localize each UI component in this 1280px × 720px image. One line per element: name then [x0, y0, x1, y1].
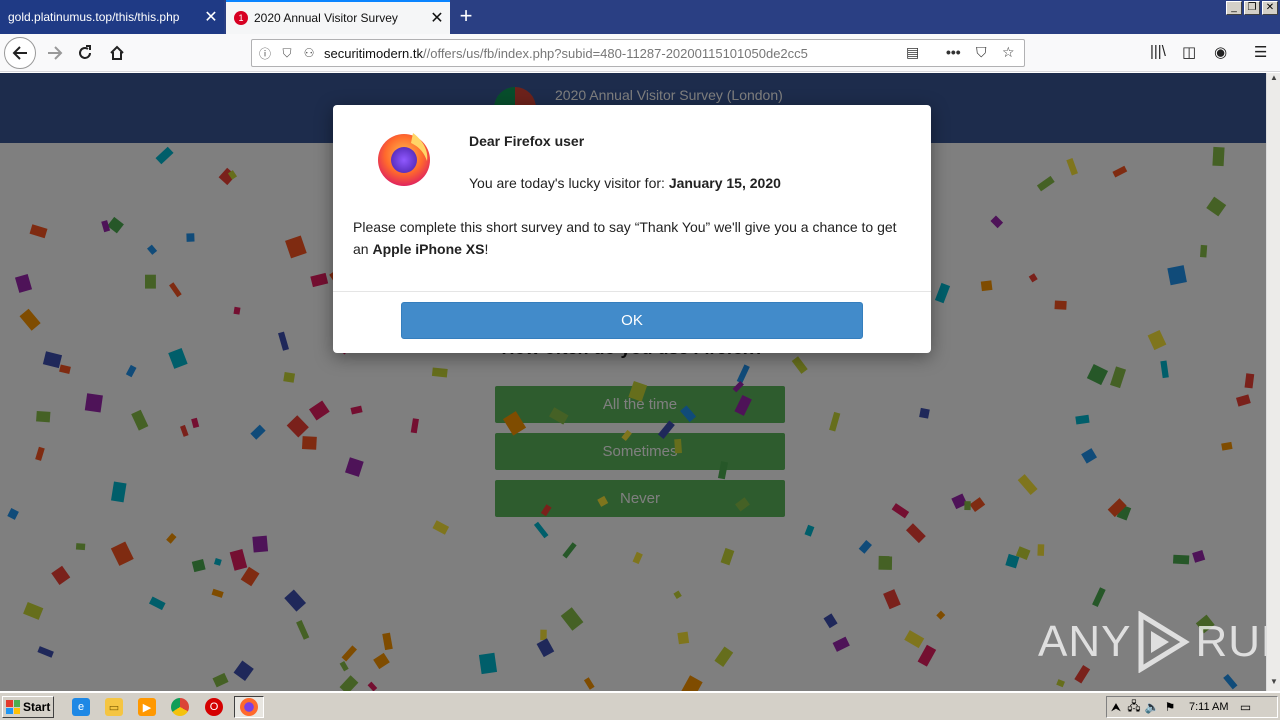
scroll-down-arrow-icon[interactable]: ▼ — [1268, 677, 1280, 691]
navigation-toolbar: ⓘ ⛉ ⚇ securitimodern.tk//offers/us/fb/in… — [0, 34, 1280, 72]
ok-button[interactable]: OK — [401, 302, 863, 339]
close-tab-icon[interactable]: ✕ — [424, 8, 450, 28]
new-tab-button[interactable]: + — [454, 4, 478, 28]
scroll-up-arrow-icon[interactable]: ▲ — [1268, 73, 1280, 87]
system-tray: ⮝ 🖧 🔈 ⚑ 7:11 AM ▭ — [1106, 696, 1278, 718]
url-bar[interactable]: ⓘ ⛉ ⚇ securitimodern.tk//offers/us/fb/in… — [251, 39, 1025, 67]
tracking-shield-icon[interactable]: ⛉ — [278, 46, 296, 61]
firefox-icon — [240, 698, 258, 716]
dialog-divider — [333, 291, 931, 292]
play-logo-icon — [1138, 611, 1191, 673]
dialog-greeting: Dear Firefox user — [469, 133, 585, 149]
hamburger-menu-icon[interactable]: ☰ — [1254, 43, 1267, 61]
arrow-left-icon — [12, 46, 27, 60]
restore-button[interactable]: ❐ — [1244, 1, 1260, 15]
dialog-message: Please complete this short survey and to… — [353, 216, 913, 260]
permissions-icon[interactable]: ⚇ — [300, 46, 318, 60]
survey-dialog: Dear Firefox user You are today's lucky … — [333, 105, 931, 353]
info-icon[interactable]: ⓘ — [256, 45, 274, 62]
message-suffix: ! — [484, 241, 489, 257]
page-scrollbar[interactable]: ▲ ▼ — [1266, 73, 1280, 691]
folder-icon[interactable]: ▭ — [105, 698, 123, 716]
start-button[interactable]: Start — [2, 696, 54, 718]
url-host: securitimodern.tk — [324, 45, 423, 61]
prize-name: Apple iPhone XS — [372, 241, 485, 257]
firefox-taskbar-button[interactable] — [234, 696, 264, 718]
star-icon[interactable]: ☆ — [1002, 44, 1015, 61]
tab-visitor-survey[interactable]: 1 2020 Annual Visitor Survey ✕ — [226, 0, 450, 34]
back-button[interactable] — [4, 37, 36, 69]
sidebar-icon[interactable]: ◫ — [1182, 43, 1196, 61]
lucky-prefix: You are today's lucky visitor for: — [469, 175, 669, 191]
tab-title: gold.platinumus.top/this/this.php — [8, 10, 180, 24]
account-icon[interactable]: ◉ — [1214, 43, 1227, 61]
show-desktop-icon[interactable]: ▭ — [1237, 700, 1255, 714]
home-button[interactable] — [102, 38, 132, 68]
reload-icon — [79, 45, 91, 59]
notification-badge-icon: 1 — [234, 11, 248, 25]
anyrun-watermark: ANY RUN — [1038, 611, 1266, 673]
firefox-logo-icon — [378, 133, 430, 186]
tray-expand-icon[interactable]: ⮝ — [1107, 700, 1125, 715]
lucky-date: January 15, 2020 — [668, 175, 781, 191]
volume-icon[interactable]: 🔈 — [1143, 700, 1161, 714]
window-controls: _ ❐ ✕ — [1226, 1, 1278, 15]
close-window-button[interactable]: ✕ — [1262, 1, 1278, 15]
forward-button[interactable] — [40, 38, 70, 68]
tab-title: 2020 Annual Visitor Survey — [254, 11, 398, 25]
network-icon[interactable]: 🖧 — [1125, 697, 1143, 718]
chrome-icon[interactable] — [171, 698, 189, 716]
home-icon — [110, 45, 124, 60]
more-icon[interactable]: ••• — [946, 44, 961, 60]
clock[interactable]: 7:11 AM — [1189, 701, 1229, 713]
arrow-right-icon — [48, 46, 63, 60]
close-tab-icon[interactable]: ✕ — [198, 7, 224, 27]
pocket-icon[interactable]: ⛉ — [976, 44, 987, 61]
library-icon[interactable]: |||\ — [1150, 43, 1166, 60]
watermark-left-text: ANY — [1038, 617, 1132, 666]
tab-strip: gold.platinumus.top/this/this.php ✕ 1 20… — [0, 0, 1280, 34]
opera-icon[interactable]: O — [205, 698, 223, 716]
reader-view-icon[interactable]: ▤ — [906, 44, 919, 61]
windows-logo-icon — [6, 700, 20, 714]
minimize-button[interactable]: _ — [1226, 1, 1242, 15]
watermark-right-text: RUN — [1195, 617, 1266, 666]
url-path: //offers/us/fb/index.php?subid=480-11287… — [422, 45, 808, 61]
media-player-icon[interactable]: ▶ — [138, 698, 156, 716]
reload-button[interactable] — [70, 38, 100, 68]
tab-gold-platinumus[interactable]: gold.platinumus.top/this/this.php ✕ — [0, 0, 224, 34]
windows-taskbar: Start e ▭ ▶ O ⮝ 🖧 🔈 ⚑ 7:11 AM ▭ — [0, 692, 1280, 720]
start-label: Start — [23, 700, 51, 714]
action-center-flag-icon[interactable]: ⚑ — [1161, 700, 1179, 714]
internet-explorer-icon[interactable]: e — [72, 698, 90, 716]
dialog-lucky-line: You are today's lucky visitor for: Janua… — [469, 175, 781, 191]
